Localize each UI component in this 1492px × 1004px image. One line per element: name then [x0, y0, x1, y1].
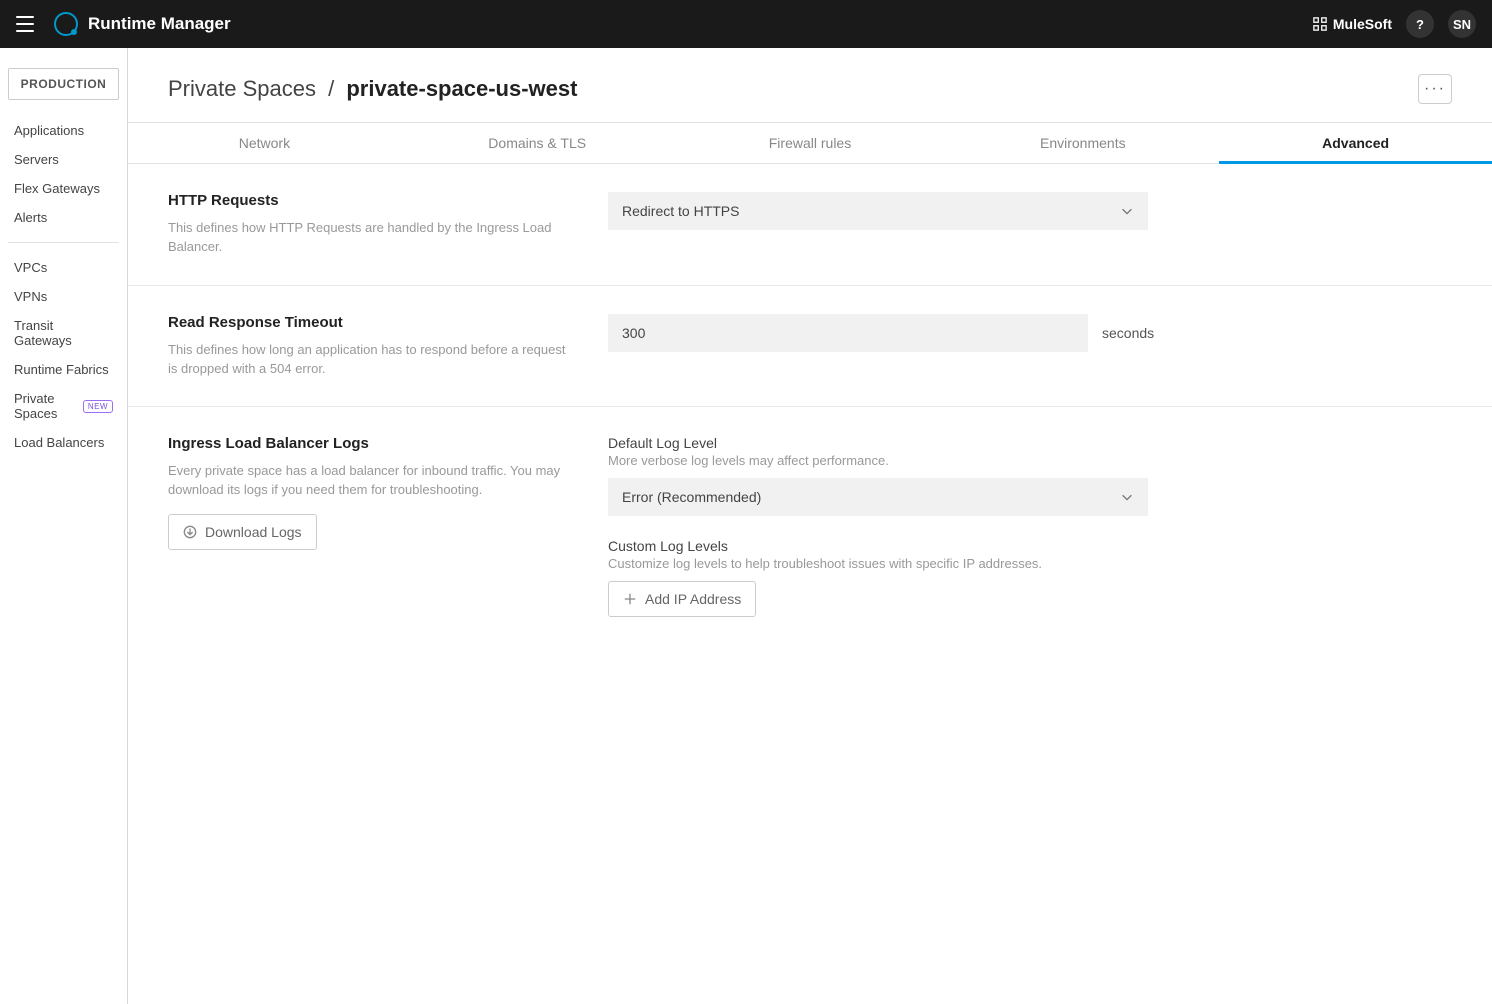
custom-log-levels-label: Custom Log Levels [608, 538, 1248, 554]
http-requests-title: HTTP Requests [168, 192, 568, 209]
topbar: Runtime Manager MuleSoft ? SN [0, 0, 1492, 48]
default-log-level-label: Default Log Level [608, 435, 1248, 451]
tabs: Network Domains & TLS Firewall rules Env… [128, 122, 1492, 164]
add-ip-address-button[interactable]: Add IP Address [608, 581, 756, 617]
chevron-down-icon [1120, 490, 1134, 504]
tab-domains-tls[interactable]: Domains & TLS [401, 123, 674, 163]
custom-log-levels-hint: Customize log levels to help troubleshoo… [608, 556, 1248, 571]
sidebar-item-private-spaces[interactable]: Private Spaces NEW [0, 384, 127, 428]
default-log-level-select[interactable]: Error (Recommended) [608, 478, 1148, 516]
environment-selector[interactable]: PRODUCTION [8, 68, 119, 100]
chevron-down-icon [1120, 204, 1134, 218]
sidebar-item-servers[interactable]: Servers [0, 145, 127, 174]
sidebar-divider [8, 242, 119, 243]
breadcrumb-separator: / [328, 76, 334, 101]
http-requests-desc: This defines how HTTP Requests are handl… [168, 219, 568, 257]
help-button[interactable]: ? [1406, 10, 1434, 38]
read-timeout-input[interactable] [608, 314, 1088, 352]
sidebar: PRODUCTION Applications Servers Flex Gat… [0, 48, 128, 1004]
plus-icon [623, 592, 637, 606]
hamburger-menu-icon[interactable] [16, 12, 40, 36]
brand-switcher[interactable]: MuleSoft [1313, 16, 1392, 32]
http-requests-select-value: Redirect to HTTPS [622, 203, 739, 219]
more-actions-button[interactable]: ··· [1418, 74, 1452, 104]
grid-icon [1313, 17, 1327, 31]
download-icon [183, 525, 197, 539]
tab-firewall-rules[interactable]: Firewall rules [674, 123, 947, 163]
sidebar-item-load-balancers[interactable]: Load Balancers [0, 428, 127, 457]
sidebar-item-runtime-fabrics[interactable]: Runtime Fabrics [0, 355, 127, 384]
sidebar-item-label: Private Spaces [14, 391, 77, 421]
ilb-logs-title: Ingress Load Balancer Logs [168, 435, 568, 452]
app-title: Runtime Manager [88, 14, 231, 34]
default-log-level-hint: More verbose log levels may affect perfo… [608, 453, 1248, 468]
more-icon: ··· [1424, 80, 1446, 98]
tab-advanced[interactable]: Advanced [1219, 123, 1492, 163]
main-content: Private Spaces / private-space-us-west ·… [128, 48, 1492, 1004]
download-logs-label: Download Logs [205, 524, 302, 540]
section-http-requests: HTTP Requests This defines how HTTP Requ… [128, 164, 1492, 286]
section-ilb-logs: Ingress Load Balancer Logs Every private… [128, 407, 1492, 667]
tab-network[interactable]: Network [128, 123, 401, 163]
new-badge: NEW [83, 400, 113, 413]
breadcrumb: Private Spaces / private-space-us-west [168, 76, 577, 102]
sidebar-item-vpcs[interactable]: VPCs [0, 253, 127, 282]
breadcrumb-parent[interactable]: Private Spaces [168, 76, 316, 101]
sidebar-item-flex-gateways[interactable]: Flex Gateways [0, 174, 127, 203]
sidebar-item-transit-gateways[interactable]: Transit Gateways [0, 311, 127, 355]
read-timeout-unit: seconds [1102, 325, 1154, 341]
user-avatar[interactable]: SN [1448, 10, 1476, 38]
add-ip-address-label: Add IP Address [645, 591, 741, 607]
read-timeout-title: Read Response Timeout [168, 314, 568, 331]
breadcrumb-current: private-space-us-west [346, 76, 577, 101]
brand-label: MuleSoft [1333, 16, 1392, 32]
sidebar-item-applications[interactable]: Applications [0, 116, 127, 145]
download-logs-button[interactable]: Download Logs [168, 514, 317, 550]
ilb-logs-desc: Every private space has a load balancer … [168, 462, 568, 500]
section-read-timeout: Read Response Timeout This defines how l… [128, 286, 1492, 408]
sidebar-item-vpns[interactable]: VPNs [0, 282, 127, 311]
tab-environments[interactable]: Environments [946, 123, 1219, 163]
sidebar-item-alerts[interactable]: Alerts [0, 203, 127, 232]
default-log-level-value: Error (Recommended) [622, 489, 761, 505]
product-logo-icon [54, 12, 78, 36]
read-timeout-desc: This defines how long an application has… [168, 341, 568, 379]
http-requests-select[interactable]: Redirect to HTTPS [608, 192, 1148, 230]
